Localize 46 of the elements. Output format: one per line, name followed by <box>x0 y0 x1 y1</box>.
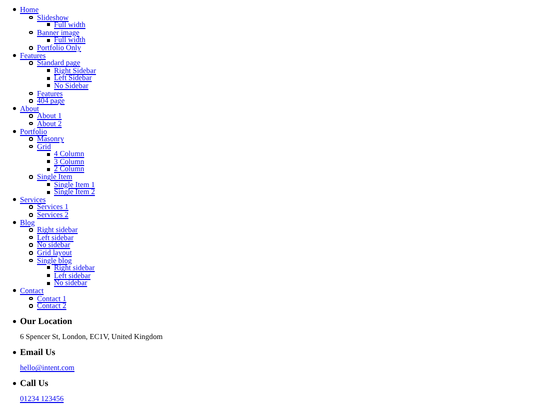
bullet-icon <box>46 282 50 285</box>
bullet-icon <box>29 251 33 255</box>
bullet-icon <box>29 236 33 240</box>
bullet-icon <box>29 114 33 118</box>
bullet-icon <box>29 16 33 20</box>
bullet-icon <box>29 122 33 126</box>
bullet-icon <box>46 168 50 171</box>
bullet-icon <box>12 350 16 354</box>
bullet-icon <box>12 220 16 224</box>
bullet-icon <box>29 46 33 50</box>
bullet-icon <box>29 243 33 247</box>
bullet-icon <box>29 99 33 103</box>
section-heading: Our Location <box>20 316 72 326</box>
bullet-icon <box>46 69 50 72</box>
section-heading: Call Us <box>20 378 48 388</box>
bullet-icon <box>29 61 33 65</box>
bullet-icon <box>29 205 33 209</box>
bullet-icon <box>12 130 16 133</box>
bullet-icon <box>29 304 33 308</box>
bullet-icon <box>12 289 16 292</box>
bullet-icon <box>29 144 33 148</box>
bullet-icon <box>29 296 33 300</box>
bullet-icon <box>46 266 50 270</box>
bullet-icon <box>46 160 50 164</box>
bullet-icon <box>46 190 50 194</box>
bullet-icon <box>29 30 33 34</box>
bullet-icon <box>29 228 33 232</box>
bullet-icon <box>12 8 16 12</box>
bullet-icon <box>46 152 50 156</box>
bullet-icon <box>12 320 16 323</box>
bullet-icon <box>12 382 16 384</box>
bullet-icon <box>12 198 16 202</box>
bullet-icon <box>29 175 33 179</box>
bullet-icon <box>12 107 16 110</box>
bullet-icon <box>12 54 16 57</box>
bullet-icon <box>46 182 50 186</box>
bullet-icon <box>46 38 50 42</box>
bullet-icon <box>46 84 50 88</box>
bullet-icon <box>46 274 50 278</box>
bullet-icon <box>46 76 50 80</box>
bullet-icon <box>29 92 33 96</box>
bullet-icon <box>29 258 33 262</box>
bullet-icon <box>29 137 33 141</box>
bullet-icon <box>46 23 50 26</box>
section-heading: Email Us <box>20 347 56 358</box>
bullet-icon <box>29 213 33 217</box>
